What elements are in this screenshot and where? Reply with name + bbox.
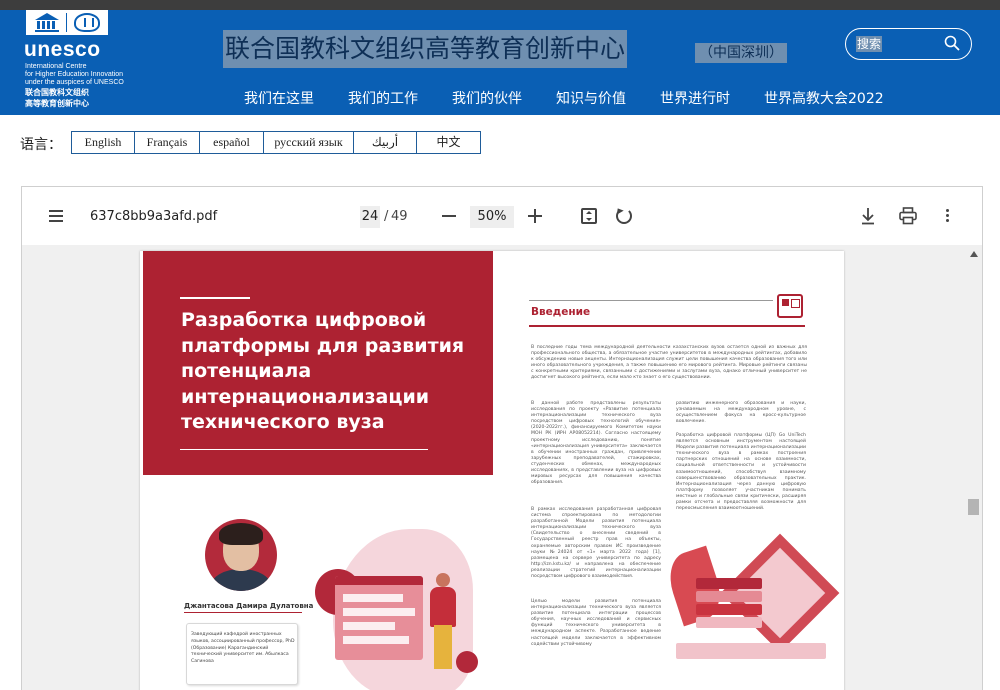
- title-banner: Разработка цифровой платформы для развит…: [143, 251, 493, 475]
- search-icon[interactable]: [944, 35, 960, 51]
- total-pages: 49: [391, 209, 408, 224]
- lang-spanish[interactable]: español: [200, 132, 264, 153]
- download-icon[interactable]: [860, 207, 876, 225]
- more-options-icon[interactable]: [946, 209, 950, 223]
- logo-line-3: under the auspices of UNESCO: [25, 79, 124, 86]
- pdf-scrollbar[interactable]: [966, 245, 982, 690]
- illustration-person-body: [430, 587, 456, 627]
- intro-rule: [529, 325, 805, 327]
- rotate-icon[interactable]: [616, 208, 632, 224]
- pdf-viewport[interactable]: Разработка цифровой платформы для развит…: [22, 245, 982, 690]
- page-root: unesco International Centre for Higher E…: [0, 0, 1000, 690]
- col2-paragraph-2: Разработка цифровой платформы (ЦП) Go Un…: [676, 433, 806, 512]
- logo-line-2: for Higher Education Innovation: [25, 71, 124, 78]
- illustration-base: [676, 643, 826, 659]
- nav-item-partners[interactable]: 我们的伙伴: [452, 90, 522, 108]
- intro-paragraph: В последние годы тема международной деят…: [531, 345, 807, 381]
- print-icon[interactable]: [899, 207, 917, 225]
- col1-paragraph-2: В рамках исследования разработанная цифр…: [531, 507, 661, 580]
- pdf-viewer: 637c8bb9a3afd.pdf 24 / 49 50% Разработка…: [21, 186, 983, 690]
- lang-french[interactable]: Français: [135, 132, 200, 153]
- intro-rule-top: [529, 300, 773, 301]
- logo-wordmark: unesco: [24, 38, 101, 61]
- zoom-in-icon[interactable]: [528, 209, 542, 223]
- zoom-out-icon[interactable]: [442, 215, 456, 217]
- illustration-books: [696, 578, 766, 638]
- lang-arabic[interactable]: أربيك: [354, 132, 417, 153]
- unesco-temple-icon: [35, 13, 59, 32]
- illustration-person-head: [436, 573, 450, 587]
- author-name: Джантасова Дамира Дулатовна: [184, 602, 314, 610]
- language-label: 语言：: [20, 137, 62, 153]
- author-bio: Заведующий кафедрой иностранных языков, …: [191, 632, 295, 665]
- zoom-level-input[interactable]: 50%: [470, 206, 514, 228]
- language-selector: English Français español русский язык أر…: [71, 131, 481, 154]
- pdf-file-name: 637c8bb9a3afd.pdf: [90, 209, 218, 224]
- fit-page-icon[interactable]: [581, 208, 597, 224]
- lang-english[interactable]: English: [72, 132, 135, 153]
- page-number-input[interactable]: 24: [360, 206, 380, 228]
- scroll-thumb[interactable]: [968, 499, 979, 515]
- page-separator: /: [384, 209, 389, 224]
- author-photo: [205, 519, 277, 591]
- pdf-toolbar: 637c8bb9a3afd.pdf 24 / 49 50%: [22, 187, 982, 245]
- ichei-emblem-icon: [74, 13, 100, 32]
- site-title: 联合国教科文组织高等教育创新中心: [223, 30, 628, 68]
- search-box[interactable]: 搜索: [845, 28, 972, 60]
- col1-paragraph-1: В данной работе представлены результаты …: [531, 401, 661, 486]
- illustration-person-legs: [434, 625, 452, 669]
- document-layout-icon: [777, 294, 803, 318]
- scroll-up-icon[interactable]: [970, 251, 978, 257]
- unesco-logo[interactable]: [26, 10, 108, 35]
- author-divider: [184, 612, 302, 613]
- menu-icon[interactable]: [49, 210, 63, 222]
- browser-top-strip: [0, 0, 1000, 10]
- lang-chinese[interactable]: 中文: [417, 132, 480, 153]
- site-subtitle: （中国深圳）: [695, 43, 787, 63]
- banner-rule-bottom: [180, 449, 428, 450]
- nav-item-world[interactable]: 世界进行时: [660, 90, 730, 108]
- lang-russian[interactable]: русский язык: [264, 132, 354, 153]
- logo-line-cn-1: 联合国教科文组织: [25, 88, 89, 97]
- author-bio-card: Заведующий кафедрой иностранных языков, …: [186, 623, 298, 685]
- nav-item-knowledge[interactable]: 知识与价值: [556, 90, 626, 108]
- intro-heading: Введение: [531, 306, 591, 318]
- illustration-browser-window: [335, 576, 423, 660]
- pdf-page: Разработка цифровой платформы для развит…: [140, 251, 844, 690]
- nav-item-about[interactable]: 我们在这里: [244, 90, 314, 108]
- banner-rule-top: [180, 297, 250, 299]
- site-header: unesco International Centre for Higher E…: [0, 10, 1000, 115]
- logo-line-1: International Centre: [25, 63, 87, 70]
- col1-paragraph-3: Целью модели развития потенциала интерна…: [531, 599, 661, 647]
- article-title: Разработка цифровой платформы для развит…: [181, 309, 465, 433]
- illustration-globe: [456, 651, 478, 673]
- col2-paragraph-1: развитию инженерного образования и науки…: [676, 401, 806, 425]
- logo-divider: [66, 13, 67, 32]
- nav-item-work[interactable]: 我们的工作: [348, 90, 418, 108]
- logo-line-cn-2: 高等教育创新中心: [25, 99, 89, 108]
- search-input[interactable]: 搜索: [856, 36, 883, 52]
- nav-item-whec2022[interactable]: 世界高教大会2022: [764, 90, 884, 108]
